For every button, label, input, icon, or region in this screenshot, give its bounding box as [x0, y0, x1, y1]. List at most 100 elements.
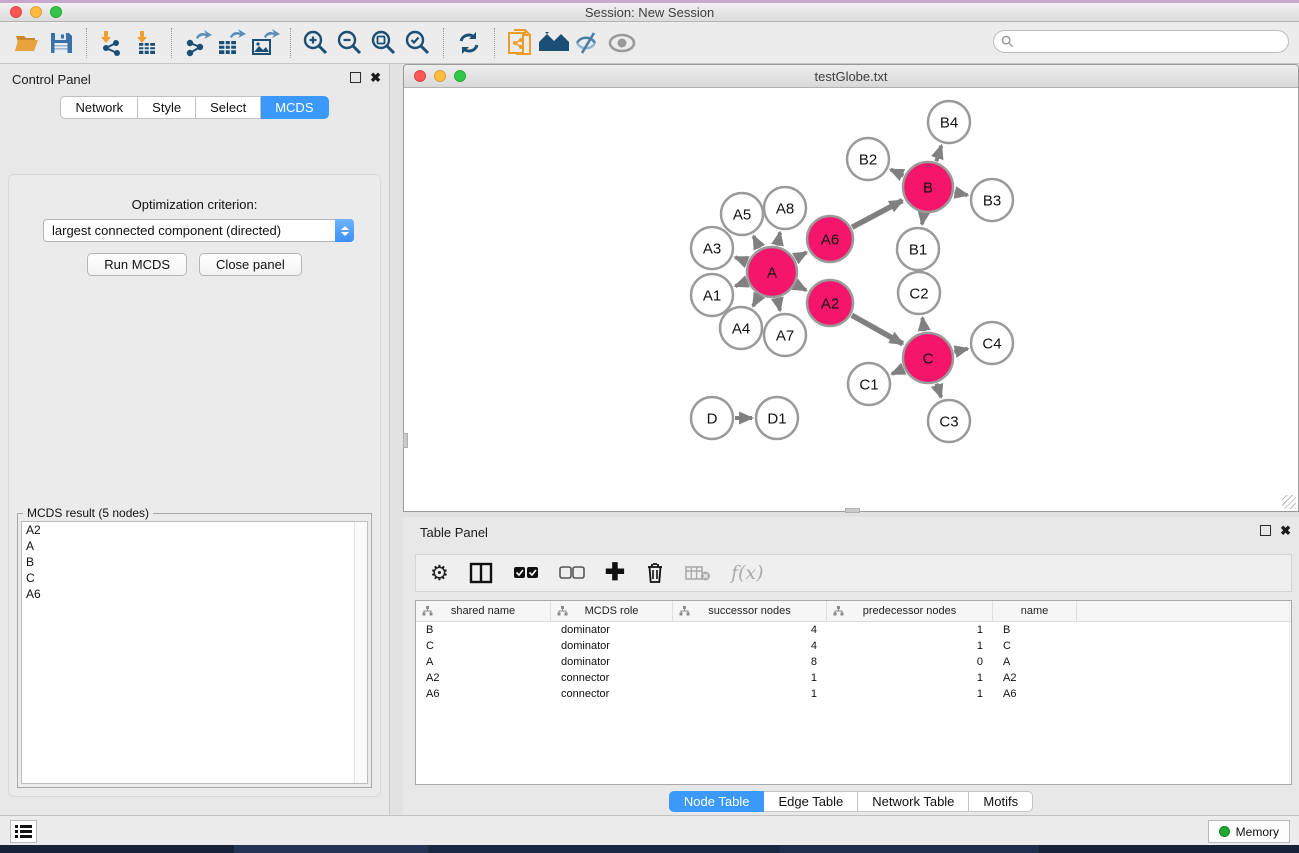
save-session-icon[interactable]: [44, 26, 78, 60]
graph-edge-A-A6[interactable]: [795, 252, 806, 258]
mcds-result-list[interactable]: A2ABCA6: [21, 521, 368, 784]
table-cell[interactable]: A6: [993, 688, 1077, 700]
graph-edge-A-A2[interactable]: [796, 285, 806, 291]
delete-column-trash-icon[interactable]: [645, 559, 665, 587]
table-cell[interactable]: 1: [827, 672, 993, 684]
graph-node-C3[interactable]: C3: [928, 400, 970, 442]
graph-edge-B-B2[interactable]: [891, 170, 904, 176]
function-builder-icon[interactable]: f(x): [731, 559, 764, 587]
graph-node-A8[interactable]: A8: [764, 187, 806, 229]
search-input[interactable]: [1018, 35, 1288, 49]
table-row[interactable]: Cdominator41C: [416, 638, 1291, 654]
table-cell[interactable]: 8: [673, 656, 827, 668]
table-row[interactable]: A2connector11A2: [416, 670, 1291, 686]
close-table-panel-icon[interactable]: ✖: [1280, 525, 1291, 536]
graph-node-B2[interactable]: B2: [847, 138, 889, 180]
new-network-from-file-icon[interactable]: [503, 26, 537, 60]
graph-edge-C-C1[interactable]: [892, 369, 903, 374]
show-all-icon[interactable]: [605, 26, 639, 60]
zoom-out-icon[interactable]: [333, 26, 367, 60]
graph-node-C2[interactable]: C2: [898, 272, 940, 314]
tab-network[interactable]: Network: [60, 96, 138, 119]
window-resize-grip[interactable]: [1282, 495, 1296, 509]
graph-edge-B-B3[interactable]: [954, 192, 967, 195]
graph-edge-A6-B[interactable]: [852, 201, 902, 228]
close-panel-icon[interactable]: ✖: [370, 72, 381, 83]
table-cell[interactable]: 4: [673, 624, 827, 636]
column-header-MCDS-role[interactable]: MCDS role: [551, 601, 673, 621]
tab-network-table[interactable]: Network Table: [858, 791, 969, 812]
graph-edge-C-C2[interactable]: [922, 318, 924, 331]
graph-edge-A-A3[interactable]: [735, 257, 747, 262]
graph-edge-B-B4[interactable]: [936, 146, 941, 162]
node-table[interactable]: shared nameMCDS rolesuccessor nodesprede…: [415, 600, 1292, 785]
mcds-list-scrollbar[interactable]: [354, 522, 367, 783]
graph-node-B1[interactable]: B1: [897, 228, 939, 270]
table-cell[interactable]: A2: [416, 672, 551, 684]
graph-node-C[interactable]: C: [903, 333, 953, 383]
home-pages-icon[interactable]: [537, 26, 571, 60]
refresh-icon[interactable]: [452, 26, 486, 60]
tab-style[interactable]: Style: [138, 96, 196, 119]
tab-mcds[interactable]: MCDS: [261, 96, 328, 119]
export-network-icon[interactable]: [180, 26, 214, 60]
table-cell[interactable]: 1: [827, 640, 993, 652]
graph-node-D[interactable]: D: [691, 397, 733, 439]
mcds-result-item[interactable]: C: [22, 570, 367, 586]
show-column-panel-icon[interactable]: [469, 559, 493, 587]
mcds-result-item[interactable]: A6: [22, 586, 367, 602]
table-cell[interactable]: 4: [673, 640, 827, 652]
graph-node-B[interactable]: B: [903, 162, 953, 212]
graph-edge-C-C4[interactable]: [954, 349, 967, 352]
table-cell[interactable]: B: [416, 624, 551, 636]
column-header-name[interactable]: name: [993, 601, 1077, 621]
table-cell[interactable]: 1: [673, 672, 827, 684]
delete-table-icon[interactable]: [685, 559, 711, 587]
open-file-icon[interactable]: [10, 26, 44, 60]
column-header-predecessor-nodes[interactable]: predecessor nodes: [827, 601, 993, 621]
graph-edge-A-A5[interactable]: [753, 236, 759, 248]
table-cell[interactable]: C: [416, 640, 551, 652]
table-cell[interactable]: C: [993, 640, 1077, 652]
deselect-all-rows-icon[interactable]: [559, 559, 585, 587]
network-graph[interactable]: B4B2BB3A8A5A6A3B1AC2A1A2A4A7C4CC1DD1C3: [405, 89, 1297, 510]
graph-node-C1[interactable]: C1: [848, 363, 890, 405]
graph-edge-A-A7[interactable]: [777, 298, 779, 310]
zoom-in-icon[interactable]: [299, 26, 333, 60]
table-scrollbar[interactable]: [1289, 601, 1291, 784]
table-row[interactable]: Bdominator41B: [416, 622, 1291, 638]
tab-node-table[interactable]: Node Table: [669, 791, 765, 812]
graph-node-A4[interactable]: A4: [720, 307, 762, 349]
mcds-result-item[interactable]: A: [22, 538, 367, 554]
graph-node-D1[interactable]: D1: [756, 397, 798, 439]
float-panel-icon[interactable]: [350, 72, 361, 83]
select-all-rows-icon[interactable]: [513, 559, 539, 587]
graph-node-A1[interactable]: A1: [691, 274, 733, 316]
table-cell[interactable]: 0: [827, 656, 993, 668]
column-header-successor-nodes[interactable]: successor nodes: [673, 601, 827, 621]
export-table-icon[interactable]: [214, 26, 248, 60]
run-mcds-button[interactable]: Run MCDS: [87, 253, 187, 276]
table-cell[interactable]: A2: [993, 672, 1077, 684]
table-options-gear-icon[interactable]: ⚙: [430, 559, 449, 587]
table-cell[interactable]: 1: [673, 688, 827, 700]
optimization-criterion-select[interactable]: largest connected component (directed): [43, 219, 354, 242]
graph-node-B4[interactable]: B4: [928, 101, 970, 143]
graph-node-A3[interactable]: A3: [691, 227, 733, 269]
table-cell[interactable]: 1: [827, 688, 993, 700]
graph-node-A2[interactable]: A2: [807, 280, 853, 326]
table-cell[interactable]: B: [993, 624, 1077, 636]
table-row[interactable]: Adominator80A: [416, 654, 1291, 670]
network-canvas[interactable]: B4B2BB3A8A5A6A3B1AC2A1A2A4A7C4CC1DD1C3: [405, 89, 1297, 510]
graph-edge-B-B1[interactable]: [922, 214, 924, 225]
task-history-button[interactable]: [10, 820, 37, 843]
graph-edge-A-A4[interactable]: [753, 296, 759, 307]
import-network-icon[interactable]: [95, 26, 129, 60]
table-cell[interactable]: A: [993, 656, 1077, 668]
table-cell[interactable]: dominator: [551, 624, 673, 636]
graph-node-A6[interactable]: A6: [807, 216, 853, 262]
table-cell[interactable]: dominator: [551, 656, 673, 668]
tab-motifs[interactable]: Motifs: [969, 791, 1033, 812]
graph-edge-C-C3[interactable]: [937, 384, 942, 398]
zoom-selected-icon[interactable]: [401, 26, 435, 60]
